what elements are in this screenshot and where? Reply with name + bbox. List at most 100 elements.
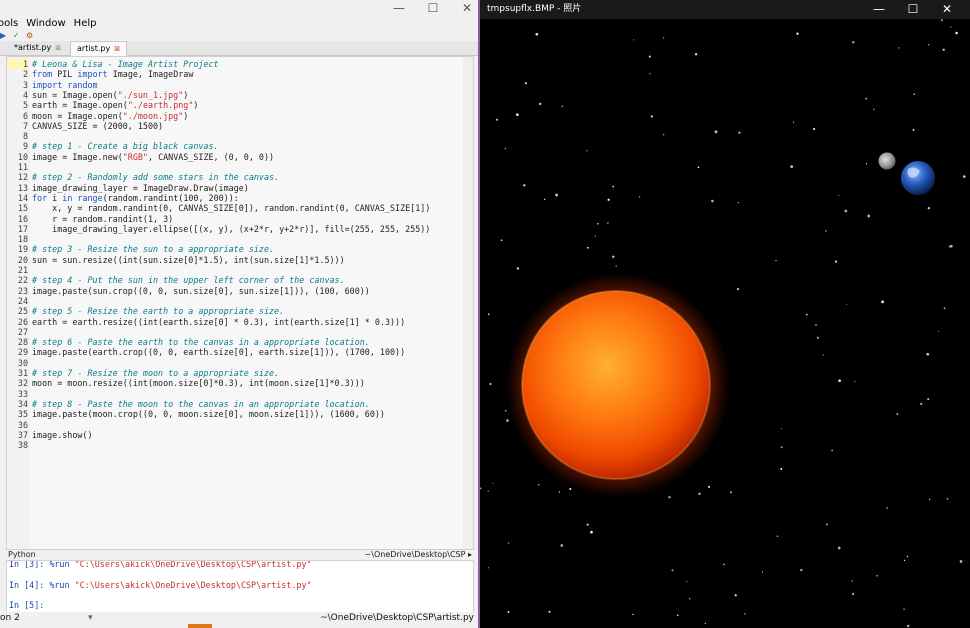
star [838,194,840,197]
code-line[interactable]: 13 image_drawing_layer = ImageDraw.Draw(i… [7,183,473,193]
code-line[interactable]: 16 r = random.randint(1, 3) [7,214,473,224]
minimize-button[interactable]: — [862,0,896,19]
code-line[interactable]: 35 image.paste(moon.crop((0, 0, moon.size… [7,409,473,419]
star [662,37,665,39]
gear-icon[interactable]: ⚙ [26,31,33,40]
close-button[interactable]: ✕ [450,0,478,16]
code-line[interactable]: 33 [7,389,473,399]
menu-help[interactable]: Help [74,16,97,32]
star [815,324,817,327]
code-line[interactable]: 12 # step 2 - Randomly add some stars in … [7,172,473,182]
menu-tools[interactable]: ools [0,16,18,32]
line-number: 6 [22,110,28,121]
code-line[interactable]: 38 [7,440,473,450]
code-line[interactable]: 10 image = Image.new("RGB", CANVAS_SIZE, … [7,152,473,162]
code-editor[interactable]: 1 # Leona & Lisa - Image Artist Project 2 f… [6,56,474,550]
star [555,193,558,197]
star [805,313,808,316]
code-line[interactable]: 20 sun = sun.resize((int(sun.size[0]*1.5)… [7,255,473,265]
code-line[interactable]: 22 # step 4 - Put the sun in the upper le… [7,275,473,285]
star [919,402,923,406]
code-line[interactable]: 26 earth = earth.resize((int(earth.size[0… [7,317,473,327]
line-number: 32 [17,378,28,389]
code-line[interactable]: 6 moon = Image.open("./moon.jpg") [7,111,473,121]
star [876,575,878,577]
line-text: # step 8 - Paste the moon to the canvas … [32,398,370,409]
check-icon[interactable]: ✓ [13,31,20,40]
code-line[interactable]: 5 earth = Image.open("./earth.png") [7,100,473,110]
star [852,593,855,596]
close-tab-icon[interactable]: ⊠ [55,44,61,52]
code-line[interactable]: 15 x, y = random.randint(0, CANVAS_SIZE[… [7,203,473,213]
maximize-button[interactable]: ☐ [416,0,450,16]
code-line[interactable]: 4 sun = Image.open("./sun_1.jpg") [7,90,473,100]
window-title: tmpsupflx.BMP - 照片 [487,4,582,14]
star [775,259,777,262]
console-line: In [5]: [9,600,45,611]
tab-artist[interactable]: artist.py ⊠ [70,41,128,56]
line-number: 35 [17,409,28,420]
star [906,624,910,628]
maximize-button[interactable]: ☐ [896,0,930,19]
code-line[interactable]: 25 # step 5 - Resize the earth to a appro… [7,306,473,316]
line-number: 14 [17,192,28,203]
line-number: 36 [17,419,28,430]
star [638,196,641,198]
star [500,239,503,242]
close-tab-icon[interactable]: ⊠ [114,45,120,53]
line-number: 13 [17,182,28,193]
toolbar: ▶ ✓ ⚙ [0,31,478,41]
code-line[interactable]: 11 [7,162,473,172]
working-directory[interactable]: ~\OneDrive\Desktop\CSP ▸ [365,550,472,560]
code-line[interactable]: 32 moon = moon.resize((int(moon.size[0]*0… [7,378,473,388]
code-line[interactable]: 9 # step 1 - Create a big black canvas. [7,141,473,151]
code-line[interactable]: 14 for i in range(random.randint(100, 200… [7,193,473,203]
star [886,507,889,509]
code-line[interactable]: 3 import random [7,80,473,90]
code-line[interactable]: 7 CANVAS_SIZE = (2000, 1500) [7,121,473,131]
code-line[interactable]: 34 # step 8 - Paste the moon to the canva… [7,399,473,409]
star [707,485,711,488]
code-line[interactable]: 36 [7,420,473,430]
code-line[interactable]: 17 image_drawing_layer.ellipse([(x, y), … [7,224,473,234]
line-number: 19 [17,244,28,255]
code-line[interactable]: 21 [7,265,473,275]
menu-bar: ools Window Help [0,16,96,32]
line-text: image.paste(earth.crop((0, 0, earth.size… [32,347,406,358]
close-button[interactable]: ✕ [930,0,964,19]
code-line[interactable]: 18 [7,234,473,244]
star [959,560,963,563]
status-dropdown[interactable]: ▾ [88,612,93,625]
code-line[interactable]: 23 image.paste(sun.crop((0, 0, sun.size[0… [7,286,473,296]
menu-window[interactable]: Window [26,16,65,32]
run-icon[interactable]: ▶ [0,31,6,40]
star [831,449,833,452]
code-line[interactable]: 27 [7,327,473,337]
star [780,428,782,430]
code-line[interactable]: 28 # step 6 - Paste the earth to the canv… [7,337,473,347]
star [912,128,915,131]
star [825,230,827,232]
line-text: # step 1 - Create a big black canvas. [32,141,219,152]
code-line[interactable]: 37 image.show() [7,430,473,440]
star [865,163,868,165]
star [928,498,931,501]
tab-artist-modified[interactable]: *artist.py ⊠ [8,41,67,55]
star [851,580,853,582]
code-line[interactable]: 29 image.paste(earth.crop((0, 0, earth.si… [7,347,473,357]
code-line[interactable]: 2 from PIL import Image, ImageDraw [7,69,473,79]
code-line[interactable]: 31 # step 7 - Resize the moon to a approp… [7,368,473,378]
ipython-console[interactable]: In [3]: %run "C:\Users\akick\OneDrive\De… [6,560,474,614]
star [538,484,540,486]
code-line[interactable]: 30 [7,358,473,368]
star [881,300,884,304]
star [698,492,701,496]
code-line[interactable]: 19 # step 3 - Resize the sun to a appropr… [7,244,473,254]
star [950,26,952,28]
code-line[interactable]: 8 [7,131,473,141]
code-line[interactable]: 24 [7,296,473,306]
line-number: 31 [17,368,28,378]
minimize-button[interactable]: — [382,0,416,16]
code-line[interactable]: 1 # Leona & Lisa - Image Artist Project [7,59,473,69]
editor-scrollbar[interactable] [463,57,473,549]
